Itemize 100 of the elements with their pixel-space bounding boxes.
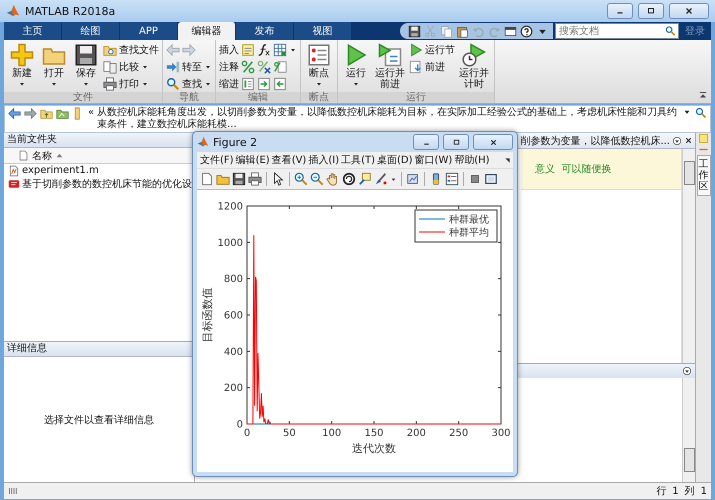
- panel-title: 详细信息: [4, 342, 194, 357]
- current-path[interactable]: 从数控机床能耗角度出发，以切削参数为变量，以降低数控机床能耗为目标，在实际加工经验公式的基础上，考虑机床性能和刀具约束条件，建立数控机床能耗模...: [97, 107, 679, 131]
- indent-left-icon[interactable]: [273, 77, 287, 91]
- file-name[interactable]: experiment1.m: [22, 165, 99, 176]
- scrollbar[interactable]: [682, 378, 695, 482]
- percent-page-icon[interactable]: [273, 60, 287, 74]
- ribbon-tab[interactable]: 视图: [294, 22, 352, 40]
- percent-cross-icon[interactable]: [257, 60, 271, 74]
- caret-icon: [82, 80, 90, 88]
- menu-item[interactable]: 窗口(W): [414, 153, 454, 167]
- printer-icon[interactable]: [248, 172, 262, 186]
- axis-label: 迭代次数: [352, 442, 396, 455]
- editor-tab[interactable]: 削参数为变量，以降低数控机床...: [520, 134, 670, 148]
- ribbon-button[interactable]: 比较: [103, 59, 149, 75]
- ribbon-tab[interactable]: APP: [120, 22, 178, 40]
- menu-item[interactable]: 文件(F): [199, 153, 235, 167]
- group-title: 文件: [4, 92, 162, 103]
- indent-icon[interactable]: [241, 77, 255, 91]
- caret-icon: [315, 80, 323, 88]
- panel-icon[interactable]: [484, 172, 498, 186]
- scrollbar[interactable]: [682, 149, 695, 363]
- arrow-right-icon[interactable]: [24, 107, 37, 120]
- row-label: 插入: [219, 44, 239, 57]
- ribbon-button[interactable]: 断点: [304, 42, 334, 88]
- folder-browse-icon[interactable]: [56, 107, 69, 120]
- menu-item[interactable]: 帮助(H): [453, 153, 491, 167]
- close-icon[interactable]: [684, 136, 693, 145]
- caret-icon: [141, 80, 149, 88]
- ribbon-tab[interactable]: 发布: [236, 22, 294, 40]
- folder-search-icon: [103, 43, 117, 57]
- blank-page-icon[interactable]: [200, 172, 214, 186]
- linked-plot-icon[interactable]: [406, 172, 420, 186]
- windows-icon[interactable]: [504, 24, 517, 38]
- zoom-in-icon[interactable]: [294, 172, 308, 186]
- ribbon-tab[interactable]: 主页: [4, 22, 62, 40]
- ribbon-button[interactable]: 运行节: [409, 42, 455, 58]
- menu-item[interactable]: 插入(I): [307, 153, 340, 167]
- collapse-icon[interactable]: [698, 90, 708, 100]
- ribbon-button[interactable]: 转至: [166, 59, 212, 75]
- legend-label: 种群最优: [449, 214, 489, 226]
- pointer-icon[interactable]: [271, 172, 285, 186]
- ribbon-button[interactable]: 打开: [39, 42, 69, 88]
- path-separator: «: [88, 107, 94, 118]
- menu-item[interactable]: 查看(V): [270, 153, 308, 167]
- menu-item[interactable]: 工具(T): [340, 153, 376, 167]
- indent-right-icon[interactable]: [257, 77, 271, 91]
- side-tab[interactable]: 工作区: [696, 155, 710, 196]
- circle-caret-icon[interactable]: [682, 366, 692, 376]
- group-title: 断点: [301, 92, 337, 103]
- login-link[interactable]: 登录: [679, 22, 711, 40]
- data-tip-icon[interactable]: [358, 172, 372, 186]
- status-value: 1: [672, 486, 679, 496]
- folder-icon[interactable]: [216, 172, 230, 186]
- brush-icon[interactable]: [374, 172, 388, 186]
- ribbon-button[interactable]: 运行并计时: [457, 42, 491, 90]
- ribbon-button[interactable]: 新建: [7, 42, 37, 88]
- status-label: 列: [684, 485, 695, 498]
- circle-caret-icon[interactable]: [672, 136, 682, 146]
- close-button[interactable]: [669, 3, 709, 19]
- minimize-button[interactable]: [607, 3, 633, 19]
- ribbon-button[interactable]: 运行: [341, 42, 371, 88]
- column-header[interactable]: 名称: [32, 148, 52, 162]
- ribbon-button[interactable]: 运行并前进: [373, 42, 407, 90]
- tick-label: 150: [364, 428, 384, 439]
- caret-icon: [50, 80, 58, 88]
- clipboard-icon[interactable]: [456, 24, 469, 38]
- search-icon: [166, 77, 180, 91]
- maximize-button[interactable]: [443, 134, 469, 150]
- hand-icon[interactable]: [326, 172, 340, 186]
- arrow-left-icon[interactable]: [8, 107, 21, 120]
- maximize-button[interactable]: [638, 3, 664, 19]
- ribbon-button[interactable]: 查找文件: [103, 42, 159, 58]
- note-icon[interactable]: [241, 43, 255, 57]
- ribbon-tab[interactable]: 编辑器: [178, 22, 236, 40]
- details-message: 选择文件以查看详细信息: [44, 414, 154, 426]
- ribbon-button[interactable]: 打印: [103, 76, 149, 92]
- ribbon-button[interactable]: 保存: [71, 42, 101, 88]
- printer-icon: [103, 77, 117, 91]
- rotate-icon[interactable]: [342, 172, 356, 186]
- grid-icon[interactable]: [273, 43, 287, 57]
- menu-item[interactable]: 桌面(D): [376, 153, 414, 167]
- search-icon[interactable]: [695, 107, 707, 119]
- group-title: 导航: [163, 92, 215, 103]
- caret-icon[interactable]: [390, 176, 397, 182]
- script-file-icon: [8, 164, 20, 176]
- zoom-out-icon[interactable]: [310, 172, 324, 186]
- ribbon-tab[interactable]: 绘图: [62, 22, 120, 40]
- legend-label: 种群平均: [449, 228, 489, 238]
- file-name[interactable]: 基于切削参数的数控机床节能的优化设: [22, 176, 192, 190]
- ribbon-button[interactable]: 查找: [166, 76, 212, 92]
- folder-up-icon[interactable]: [40, 107, 53, 120]
- square-icon[interactable]: [468, 172, 482, 186]
- ribbon-button[interactable]: 前进: [409, 59, 445, 75]
- help-icon[interactable]: [520, 24, 533, 38]
- function-icon[interactable]: [257, 43, 271, 57]
- tick-label: 1000: [218, 238, 243, 249]
- caret-icon[interactable]: [289, 46, 297, 54]
- menu-item[interactable]: 编辑(E): [234, 153, 271, 167]
- legend-icon[interactable]: [445, 172, 459, 186]
- tick-label: 0: [236, 420, 243, 430]
